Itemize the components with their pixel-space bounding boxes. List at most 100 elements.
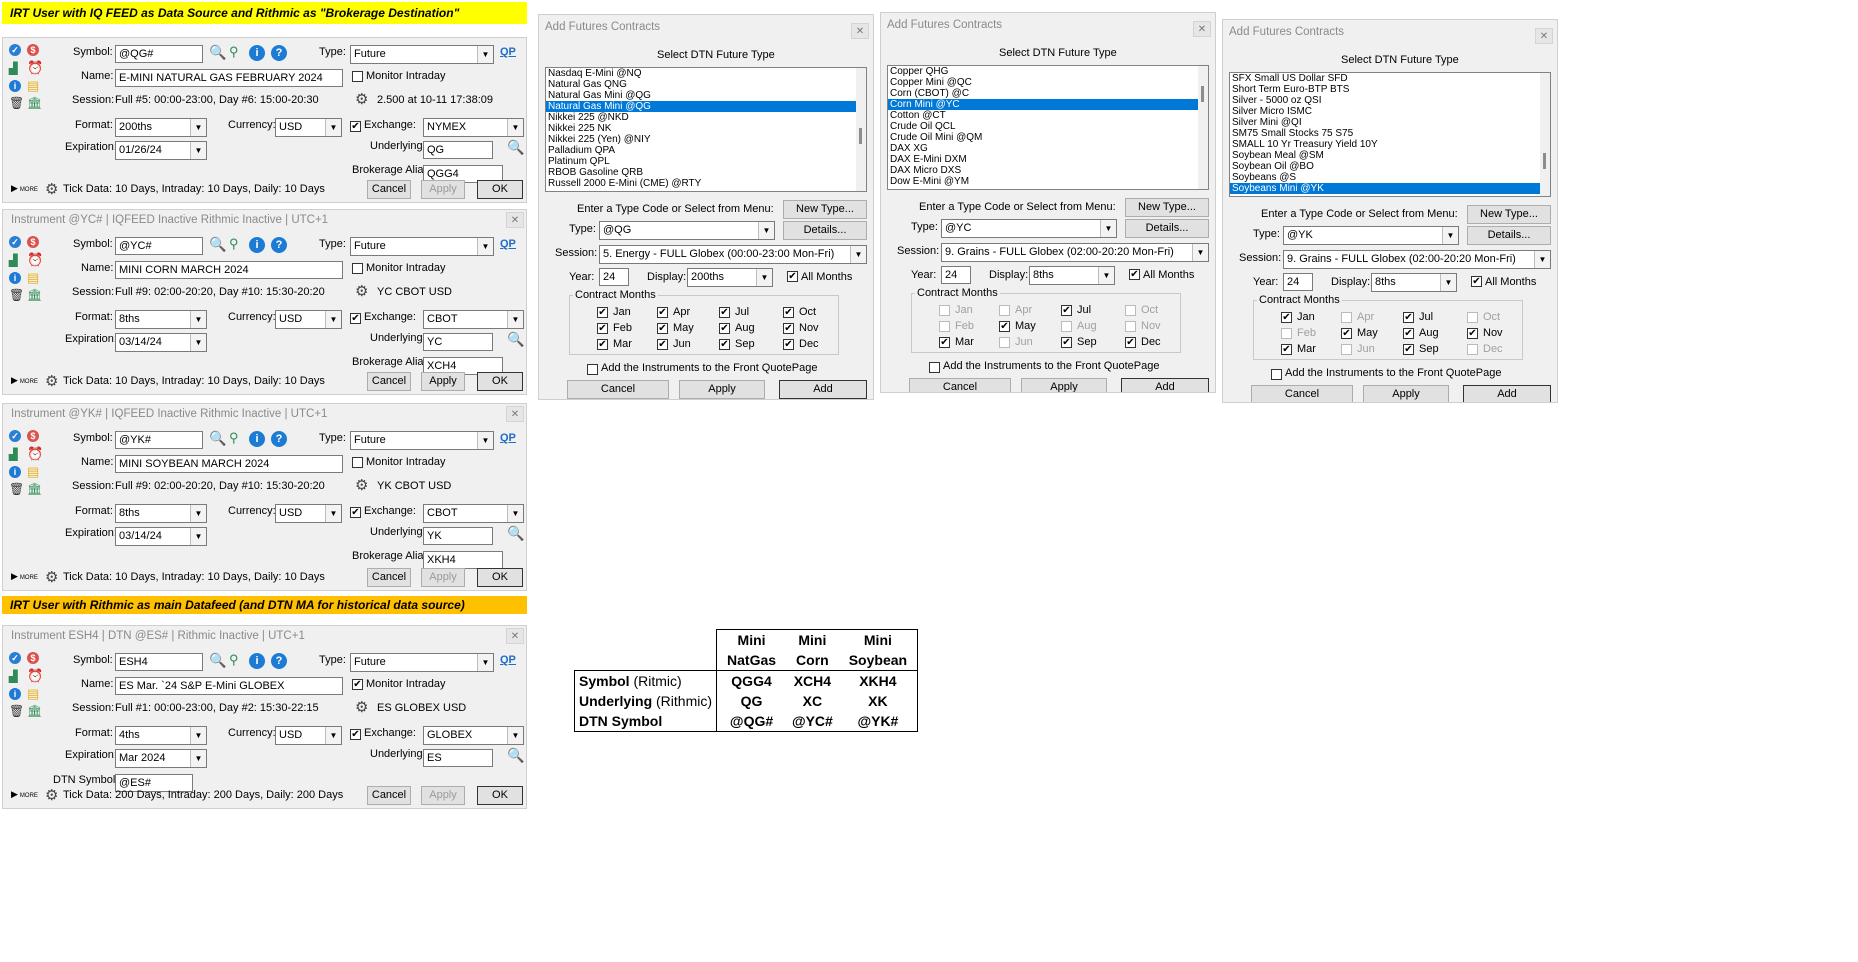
trash-icon[interactable]: 🗑	[9, 288, 24, 302]
alarm-icon[interactable]: ⏰	[27, 446, 43, 462]
future-type-list[interactable]: Nasdaq E-Mini @NQ Natural Gas QNG Natural …	[545, 67, 867, 192]
month-checkbox-aug[interactable]: ✔	[719, 323, 730, 334]
list-item[interactable]: Crude Oil QCL	[888, 121, 1208, 132]
currency-select[interactable]: USD ▼	[275, 118, 342, 137]
notes-icon[interactable]: ▤	[27, 464, 39, 480]
list-item[interactable]: SFX Small US Dollar SFD	[1230, 73, 1550, 84]
cancel-button[interactable]: Cancel	[367, 180, 411, 199]
trash-icon[interactable]: 🗑	[9, 96, 24, 110]
quote-icon[interactable]: ✓	[9, 652, 21, 664]
month-checkbox-aug[interactable]: ✔	[1403, 328, 1414, 339]
price-alert-icon[interactable]: $	[27, 430, 39, 442]
future-type-list[interactable]: Copper QHG Copper Mini @QC Corn (CBOT) @C C…	[887, 65, 1209, 190]
info-icon[interactable]: i	[9, 466, 21, 478]
apply-button[interactable]: Apply	[421, 786, 465, 805]
symbol-field[interactable]: ESH4	[115, 653, 203, 671]
list-item[interactable]: Soybean Oil @BO	[1230, 161, 1550, 172]
symbol-info-icon[interactable]: i	[249, 653, 265, 669]
month-checkbox-nov[interactable]	[1125, 321, 1136, 332]
list-item[interactable]: DAX XG	[888, 143, 1208, 154]
add-front-quotepage-checkbox[interactable]	[1271, 369, 1282, 380]
symbol-info-icon[interactable]: i	[249, 45, 265, 61]
year-field[interactable]: 24	[941, 266, 971, 284]
month-checkbox-may[interactable]: ✔	[657, 323, 668, 334]
month-checkbox-dec[interactable]: ✔	[1125, 337, 1136, 348]
currency-select[interactable]: USD ▼	[275, 504, 342, 523]
month-checkbox-dec[interactable]: ✔	[783, 339, 794, 350]
month-checkbox-jul[interactable]: ✔	[719, 307, 730, 318]
list-item[interactable]: Nikkei 225 NK	[546, 123, 866, 134]
format-select[interactable]: 200ths ▼	[115, 118, 207, 137]
year-field[interactable]: 24	[1283, 273, 1313, 291]
close-icon[interactable]: ✕	[506, 628, 524, 644]
search-icon[interactable]: 🔍	[209, 44, 226, 61]
underlying-field[interactable]: ES	[423, 749, 493, 767]
name-field[interactable]: ES Mar. `24 S&P E-Mini GLOBEX	[115, 677, 343, 695]
ok-button[interactable]: OK	[477, 786, 523, 805]
list-item[interactable]: Dow E-Mini @YM	[888, 176, 1208, 187]
details-button[interactable]: Details...	[1467, 226, 1551, 245]
type-select[interactable]: Future ▼	[350, 653, 494, 672]
list-item[interactable]: Natural Gas Mini @QG	[546, 101, 866, 112]
cancel-button[interactable]: Cancel	[909, 378, 1011, 392]
cancel-button[interactable]: Cancel	[1251, 385, 1353, 402]
exchange-select[interactable]: CBOT ▼	[423, 504, 524, 523]
list-item[interactable]: Platinum QPL	[546, 156, 866, 167]
symbol-lookup-icon[interactable]: ⚲	[229, 236, 239, 252]
symbol-field[interactable]: @YK#	[115, 431, 203, 449]
month-checkbox-feb[interactable]: ✔	[597, 323, 608, 334]
gear-icon[interactable]: ⚙	[355, 90, 368, 108]
more-toggle[interactable]: ▶ MORE	[11, 571, 38, 582]
new-type-button[interactable]: New Type...	[1467, 205, 1551, 224]
new-type-button[interactable]: New Type...	[783, 200, 867, 219]
list-scrollbar[interactable]	[1540, 73, 1550, 196]
expiration-select[interactable]: 01/26/24 ▼	[115, 141, 207, 160]
gear-icon[interactable]: ⚙	[355, 476, 368, 494]
add-button[interactable]: Add	[1463, 385, 1551, 402]
ok-button[interactable]: OK	[477, 180, 523, 199]
help-icon[interactable]: ?	[271, 45, 287, 61]
apply-button[interactable]: Apply	[421, 180, 465, 199]
chart-icon[interactable]: ▟	[9, 254, 17, 267]
month-checkbox-jun[interactable]: ✔	[657, 339, 668, 350]
year-field[interactable]: 24	[599, 268, 629, 286]
quotepage-link[interactable]: QP	[500, 46, 516, 58]
list-item[interactable]: Palladium QPA	[546, 145, 866, 156]
list-item[interactable]: DAX Micro DXS	[888, 165, 1208, 176]
chart-icon[interactable]: ▟	[9, 670, 17, 683]
list-item[interactable]: Soybeans @S	[1230, 172, 1550, 183]
display-select[interactable]: 200ths ▼	[687, 268, 773, 287]
month-checkbox-jan[interactable]	[939, 305, 950, 316]
name-field[interactable]: MINI SOYBEAN MARCH 2024	[115, 455, 343, 473]
list-item[interactable]: Crude Oil Mini @QM	[888, 132, 1208, 143]
month-checkbox-sep[interactable]: ✔	[1403, 344, 1414, 355]
expiration-select[interactable]: 03/14/24 ▼	[115, 527, 207, 546]
help-icon[interactable]: ?	[271, 431, 287, 447]
search-icon[interactable]: 🔍	[209, 430, 226, 447]
apply-button[interactable]: Apply	[1363, 385, 1449, 402]
apply-button[interactable]: Apply	[421, 372, 465, 391]
month-checkbox-mar[interactable]: ✔	[1281, 344, 1292, 355]
ok-button[interactable]: OK	[477, 372, 523, 391]
list-item[interactable]: Short Term Euro-BTP BTS	[1230, 84, 1550, 95]
exchange-checkbox[interactable]: ✔	[350, 729, 361, 740]
zoom-icon[interactable]: 🔍	[507, 525, 524, 542]
chart-icon[interactable]: ▟	[9, 448, 17, 461]
add-front-quotepage-checkbox[interactable]	[587, 364, 598, 375]
list-scrollbar[interactable]	[856, 68, 866, 191]
scroll-thumb[interactable]	[1543, 153, 1546, 169]
details-button[interactable]: Details...	[1125, 219, 1209, 238]
gear-icon[interactable]: ⚙	[355, 698, 368, 716]
currency-select[interactable]: USD ▼	[275, 310, 342, 329]
notes-icon[interactable]: ▤	[27, 78, 39, 94]
add-front-quotepage-checkbox[interactable]	[929, 362, 940, 373]
list-item[interactable]: Natural Gas QNG	[546, 79, 866, 90]
search-icon[interactable]: 🔍	[209, 236, 226, 253]
info-icon[interactable]: i	[9, 688, 21, 700]
help-icon[interactable]: ?	[271, 653, 287, 669]
session-select[interactable]: 9. Grains - FULL Globex (02:00-20:20 Mon…	[941, 243, 1209, 262]
expiration-select[interactable]: Mar 2024 ▼	[115, 749, 207, 768]
exchange-checkbox[interactable]: ✔	[350, 121, 361, 132]
zoom-icon[interactable]: 🔍	[507, 747, 524, 764]
settings-gear-icon[interactable]: ⚙	[45, 372, 58, 390]
